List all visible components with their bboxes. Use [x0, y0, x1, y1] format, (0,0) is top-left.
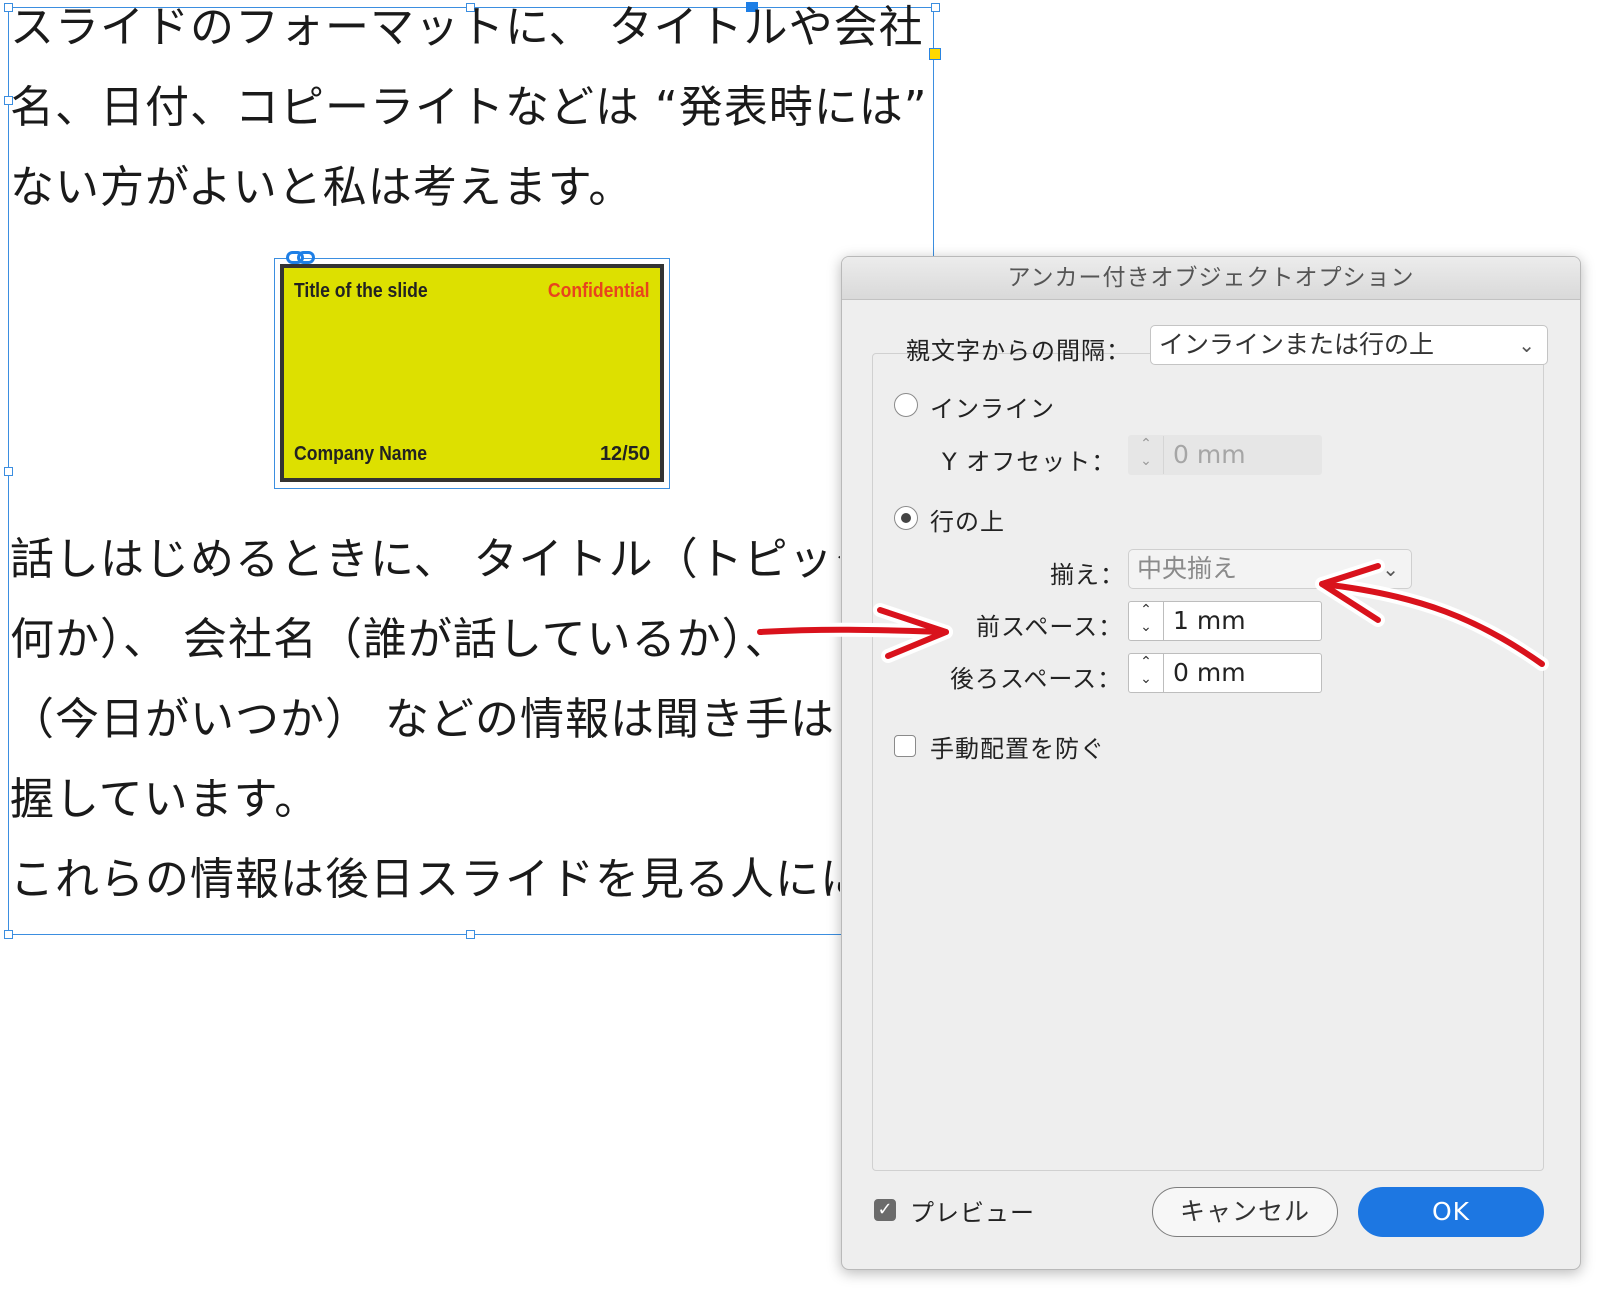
prevent-manual-label: 手動配置を防ぐ	[930, 735, 1105, 763]
paragraph-2: 話しはじめるときに、 タイトル（トピック 何か）、 会社名（誰が話しているか）、…	[10, 520, 840, 920]
inline-label: インライン	[930, 395, 1055, 423]
inline-radio[interactable]	[894, 393, 918, 417]
align-select[interactable]: 中央揃え ⌄	[1128, 549, 1412, 589]
align-label: 揃え：	[1050, 561, 1125, 589]
slide-confidential-label: Confidential	[548, 280, 650, 302]
frame-handle-top-right[interactable]	[931, 3, 940, 12]
stepper-arrows-icon[interactable]: ⌃ ⌄	[1129, 654, 1164, 692]
y-offset-label: Y オフセット：	[942, 448, 1117, 476]
anchored-object-options-dialog: アンカー付きオブジェクトオプション 親文字からの間隔： インラインまたは行の上 …	[841, 256, 1581, 1270]
paragraph-1: スライドのフォーマットに、 タイトルや会社 名、日付、コピーライトなどは “発表…	[10, 0, 928, 228]
paragraph-2-line: これらの情報は後日スライドを見る人にに	[10, 854, 840, 905]
above-line-radio[interactable]	[894, 506, 918, 530]
ok-button[interactable]: OK	[1358, 1187, 1544, 1237]
cancel-button[interactable]: キャンセル	[1152, 1187, 1338, 1237]
space-before-stepper[interactable]: ⌃ ⌄ 1 mm	[1128, 601, 1322, 641]
prevent-manual-checkbox[interactable]	[894, 735, 916, 757]
position-select[interactable]: インラインまたは行の上 ⌄	[1150, 325, 1548, 365]
preview-label: プレビュー	[910, 1199, 1035, 1227]
y-offset-value: 0 mm	[1173, 440, 1246, 469]
y-offset-stepper[interactable]: ⌃ ⌄ 0 mm	[1128, 435, 1322, 475]
paragraph-2-line: 握しています。	[10, 774, 320, 825]
check-icon: ✓	[877, 1199, 893, 1220]
live-corner-handle[interactable]	[929, 48, 941, 60]
frame-handle-bottom-center[interactable]	[466, 930, 475, 939]
above-line-label: 行の上	[930, 508, 1005, 536]
position-select-value: インラインまたは行の上	[1159, 330, 1435, 359]
stepper-arrows-icon[interactable]: ⌃ ⌄	[1129, 436, 1164, 474]
slide-thumbnail[interactable]: Title of the slide Confidential Company …	[280, 264, 664, 482]
paragraph-1-line: ない方がよいと私は考えます。	[10, 162, 634, 213]
preview-checkbox[interactable]: ✓	[874, 1199, 896, 1221]
chevron-down-icon: ⌄	[1382, 557, 1399, 581]
paragraph-1-line: 名、日付、コピーライトなどは “発表時には”	[10, 82, 928, 133]
paragraph-2-line: 何か）、 会社名（誰が話しているか）、	[10, 614, 790, 665]
space-before-label: 前スペース：	[976, 613, 1124, 641]
space-after-label: 後ろスペース：	[950, 665, 1123, 693]
slide-title: Title of the slide	[294, 280, 428, 302]
paragraph-1-line: スライドのフォーマットに、 タイトルや会社	[10, 2, 924, 53]
slide-page-number: 12/50	[599, 443, 650, 465]
chevron-down-icon: ⌄	[1518, 333, 1535, 357]
space-after-value: 0 mm	[1173, 658, 1246, 687]
frame-handle-bottom-left[interactable]	[4, 930, 13, 939]
paragraph-2-line: （今日がいつか） などの情報は聞き手は	[10, 694, 835, 745]
space-before-value: 1 mm	[1173, 606, 1246, 635]
paragraph-2-line: 話しはじめるときに、 タイトル（トピック	[10, 534, 840, 585]
align-select-value: 中央揃え	[1137, 554, 1238, 583]
stepper-arrows-icon[interactable]: ⌃ ⌄	[1129, 602, 1164, 640]
position-label: 親文字からの間隔：	[906, 337, 1131, 365]
slide-company-name: Company Name	[294, 443, 428, 465]
dialog-title: アンカー付きオブジェクトオプション	[842, 257, 1580, 300]
frame-handle-middle-left[interactable]	[4, 467, 13, 476]
space-after-stepper[interactable]: ⌃ ⌄ 0 mm	[1128, 653, 1322, 693]
